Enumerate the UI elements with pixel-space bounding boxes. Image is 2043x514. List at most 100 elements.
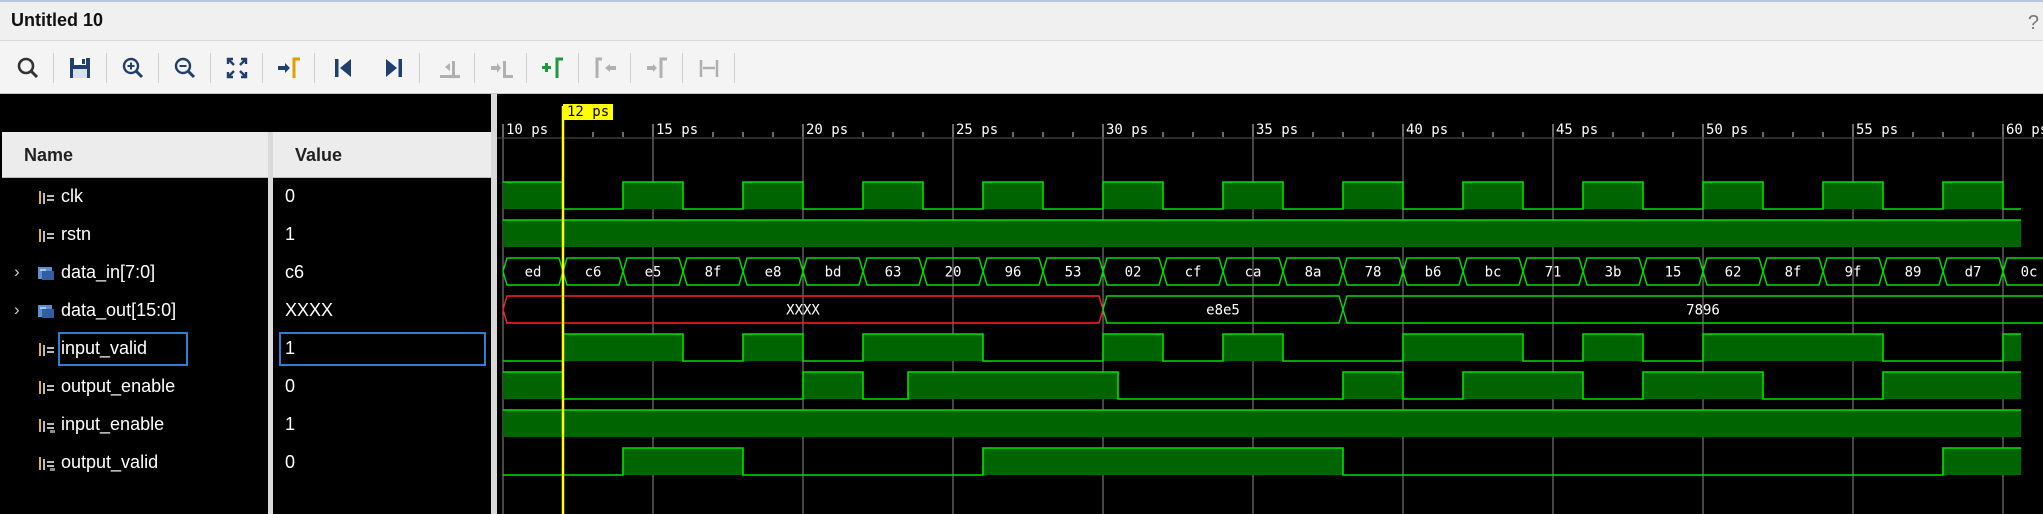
bus-signal-icon xyxy=(36,302,56,320)
signal-high-fill xyxy=(863,334,983,361)
signal-high-fill xyxy=(2003,334,2021,361)
signal-value[interactable]: 0 xyxy=(285,452,295,473)
bus-value-label: 7896 xyxy=(1686,303,1720,319)
signal-high-fill xyxy=(1583,334,1643,361)
signal-high-fill xyxy=(1343,182,1403,209)
next-transition-icon[interactable] xyxy=(484,51,518,85)
signal-row[interactable]: clk 0 xyxy=(0,178,491,216)
time-tick-label: 25 ps xyxy=(956,122,998,138)
go-to-start-icon[interactable] xyxy=(326,51,360,85)
chevron-right-icon[interactable]: › xyxy=(14,300,26,320)
signal-high-fill xyxy=(563,334,683,361)
signal-high-fill xyxy=(1223,182,1283,209)
save-icon[interactable] xyxy=(63,51,97,85)
toolbar-separator xyxy=(106,53,107,83)
signal-row[interactable]: › data_out[15:0] XXXX xyxy=(0,292,491,330)
signal-high-fill xyxy=(503,372,563,399)
bus-value-label: 15 xyxy=(1665,265,1682,281)
bus-value-label: bc xyxy=(1485,265,1502,281)
signal-high-fill xyxy=(1643,372,1763,399)
signal-row[interactable]: input_enable 1 xyxy=(0,406,491,444)
bus-value-label: 62 xyxy=(1725,265,1742,281)
bus-value-label: XXXX xyxy=(786,303,820,319)
waveform-toolbar xyxy=(0,40,2043,94)
signal-name[interactable]: clk xyxy=(61,186,83,207)
zoom-out-icon[interactable] xyxy=(168,51,202,85)
waveform-pane[interactable]: 10 ps 15 ps 20 ps 25 ps 30 ps 35 ps 40 ps 45 ps… xyxy=(497,94,2043,514)
value-column-header[interactable]: Value xyxy=(273,132,491,178)
signal-row[interactable]: rstn 1 xyxy=(0,216,491,254)
selected-value-outline xyxy=(279,332,486,366)
add-marker-icon[interactable] xyxy=(536,51,570,85)
bus-value-label: 8f xyxy=(1785,265,1802,281)
signal-name[interactable]: input_enable xyxy=(61,414,164,435)
previous-marker-icon[interactable] xyxy=(588,51,622,85)
bus-value-label: 53 xyxy=(1065,265,1082,281)
signal-high-fill xyxy=(1823,182,1883,209)
signal-row[interactable]: › data_in[7:0] c6 xyxy=(0,254,491,292)
signal-row[interactable]: output_valid 0 xyxy=(0,444,491,482)
bus-value-label: 9f xyxy=(1845,265,1862,281)
signal-value[interactable]: 1 xyxy=(285,414,295,435)
signal-value[interactable]: 1 xyxy=(285,224,295,245)
signal-row[interactable]: output_enable 0 xyxy=(0,368,491,406)
signal-name[interactable]: output_valid xyxy=(61,452,158,473)
signal-name[interactable]: data_in[7:0] xyxy=(61,262,155,283)
signal-high-fill xyxy=(1103,334,1163,361)
signal-high-fill xyxy=(1943,182,2003,209)
go-to-end-icon[interactable] xyxy=(377,51,411,85)
logic-input-icon xyxy=(36,416,56,434)
signal-high-fill xyxy=(623,448,743,475)
signal-value[interactable]: 1 xyxy=(285,338,295,359)
signal-high-fill xyxy=(1103,182,1163,209)
bus-value-label: d7 xyxy=(1965,265,1982,281)
toolbar-separator xyxy=(53,53,54,83)
signal-high-fill xyxy=(503,410,2021,437)
bus-value-label: 8f xyxy=(705,265,722,281)
help-button[interactable]: ? xyxy=(2028,12,2039,35)
signal-name[interactable]: rstn xyxy=(61,224,91,245)
bus-value-label: cf xyxy=(1185,265,1202,281)
previous-transition-icon[interactable] xyxy=(432,51,466,85)
toolbar-separator xyxy=(210,53,211,83)
name-column-label: Name xyxy=(24,145,74,165)
bus-value-label: e5 xyxy=(645,265,662,281)
next-marker-icon[interactable] xyxy=(640,51,674,85)
time-tick-label: 60 ps xyxy=(2006,122,2043,138)
signal-high-fill xyxy=(1583,182,1643,209)
toolbar-separator xyxy=(158,53,159,83)
zoom-fit-icon[interactable] xyxy=(220,51,254,85)
time-tick-label: 10 ps xyxy=(506,122,548,138)
signal-value[interactable]: 0 xyxy=(285,186,295,207)
signal-high-fill xyxy=(503,182,563,209)
search-icon[interactable] xyxy=(11,51,45,85)
swap-cursors-icon[interactable] xyxy=(692,51,726,85)
toolbar-separator xyxy=(682,53,683,83)
name-column-header[interactable]: Name xyxy=(2,132,268,178)
bus-signal-icon xyxy=(36,264,56,282)
waveform-canvas[interactable]: 10 ps 15 ps 20 ps 25 ps 30 ps 35 ps 40 ps 45 ps… xyxy=(497,94,2043,514)
bus-value-label: e8 xyxy=(765,265,782,281)
signal-high-fill xyxy=(1463,372,1583,399)
logic-signal-icon xyxy=(36,226,56,244)
bus-value-label: ed xyxy=(525,265,542,281)
signal-trace xyxy=(503,371,2021,400)
logic-input-icon xyxy=(36,454,56,472)
signal-name[interactable]: input_valid xyxy=(61,338,147,359)
zoom-in-icon[interactable] xyxy=(116,51,150,85)
bus-value-label: 71 xyxy=(1545,265,1562,281)
value-column-label: Value xyxy=(295,145,343,165)
signal-name[interactable]: output_enable xyxy=(61,376,175,397)
signal-value[interactable]: c6 xyxy=(285,262,304,283)
go-to-cursor-icon[interactable] xyxy=(272,51,306,85)
chevron-right-icon[interactable]: › xyxy=(14,262,26,282)
signal-value[interactable]: XXXX xyxy=(285,300,333,321)
toolbar-separator xyxy=(314,53,315,83)
signal-high-fill xyxy=(503,220,2021,247)
cursor-time-label[interactable]: 12 ps xyxy=(563,104,614,120)
signal-value[interactable]: 0 xyxy=(285,376,295,397)
signal-row[interactable]: input_valid 1 xyxy=(0,330,491,368)
signal-high-fill xyxy=(1703,334,1883,361)
logic-signal-icon xyxy=(36,378,56,396)
signal-name[interactable]: data_out[15:0] xyxy=(61,300,176,321)
